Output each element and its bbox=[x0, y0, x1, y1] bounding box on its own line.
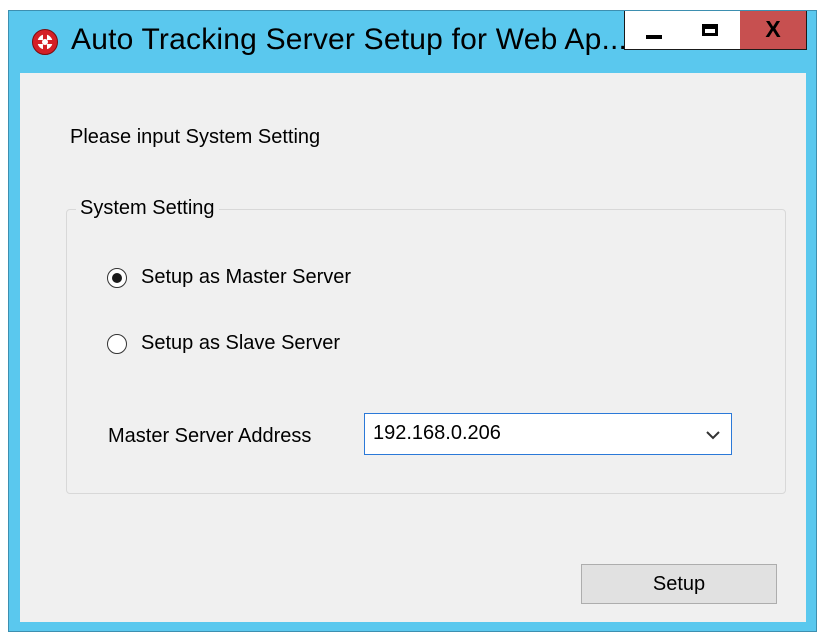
maximize-button[interactable] bbox=[681, 11, 741, 50]
minimize-icon bbox=[646, 35, 662, 39]
group-legend: System Setting bbox=[76, 197, 219, 220]
chevron-down-icon[interactable] bbox=[705, 429, 721, 441]
radio-slave-server[interactable]: Setup as Slave Server bbox=[107, 332, 340, 355]
client-area: Please input System Setting System Setti… bbox=[20, 73, 806, 622]
close-button[interactable]: X bbox=[740, 11, 807, 50]
setup-button[interactable]: Setup bbox=[581, 564, 777, 604]
radio-label-slave: Setup as Slave Server bbox=[141, 332, 340, 354]
master-address-label: Master Server Address bbox=[108, 425, 312, 447]
radio-button-checked[interactable] bbox=[107, 267, 127, 288]
minimize-button[interactable] bbox=[624, 11, 682, 50]
app-icon bbox=[32, 29, 58, 55]
radio-master-server[interactable]: Setup as Master Server bbox=[107, 266, 351, 289]
prompt-text: Please input System Setting bbox=[70, 126, 321, 148]
master-address-combobox[interactable]: 192.168.0.206 bbox=[364, 413, 732, 455]
maximize-icon bbox=[702, 24, 718, 36]
radio-label-master: Setup as Master Server bbox=[141, 266, 352, 288]
window-title: Auto Tracking Server Setup for Web Ap... bbox=[71, 23, 628, 56]
title-bar[interactable]: Auto Tracking Server Setup for Web Ap...… bbox=[9, 11, 816, 73]
radio-button-unchecked[interactable] bbox=[107, 333, 127, 354]
close-icon: X bbox=[765, 16, 781, 42]
setup-window: Auto Tracking Server Setup for Web Ap...… bbox=[8, 10, 817, 632]
master-address-value: 192.168.0.206 bbox=[373, 422, 501, 444]
